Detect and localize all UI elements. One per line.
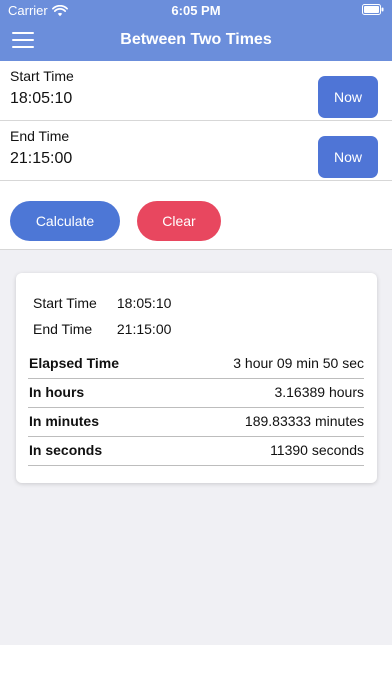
end-time-label: End Time <box>10 128 70 144</box>
status-time: 6:05 PM <box>171 3 221 18</box>
result-end-summary: End Time 21:15:00 <box>33 321 171 337</box>
result-end-label: End Time <box>33 321 93 337</box>
result-start-summary: Start Time 18:05:10 <box>33 295 171 311</box>
status-bar: Carrier 6:05 PM <box>0 0 392 20</box>
app-header: Carrier 6:05 PM Between Two Times <box>0 0 392 61</box>
end-time-value[interactable]: 21:15:00 <box>10 150 72 168</box>
bottom-white-area <box>0 645 392 696</box>
start-time-row: Start Time 18:05:10 Now <box>0 61 392 121</box>
minutes-row: In minutes 189.83333 minutes <box>28 407 364 437</box>
actions-panel: Calculate Clear <box>0 181 392 250</box>
result-start-value: 18:05:10 <box>116 295 172 311</box>
end-time-row: End Time 21:15:00 Now <box>0 121 392 181</box>
seconds-label: In seconds <box>29 442 103 458</box>
minutes-label: In minutes <box>29 413 100 429</box>
clear-button[interactable]: Clear <box>137 201 221 241</box>
calculate-button[interactable]: Calculate <box>10 201 120 241</box>
elapsed-time-row: Elapsed Time 3 hour 09 min 50 sec <box>28 349 364 379</box>
result-end-value: 21:15:00 <box>116 321 172 337</box>
elapsed-time-label: Elapsed Time <box>29 355 120 371</box>
hours-label: In hours <box>29 384 85 400</box>
hours-row: In hours 3.16389 hours <box>28 378 364 408</box>
page-title: Between Two Times <box>120 31 272 48</box>
hours-value: 3.16389 hours <box>274 384 364 400</box>
end-now-button[interactable]: Now <box>318 136 378 178</box>
result-start-label: Start Time <box>33 295 97 311</box>
start-time-value[interactable]: 18:05:10 <box>10 90 72 108</box>
start-time-label: Start Time <box>10 68 74 84</box>
result-card: Start Time 18:05:10 End Time 21:15:00 El… <box>16 273 377 483</box>
minutes-value: 189.83333 minutes <box>244 413 364 429</box>
battery-icon <box>362 4 384 15</box>
start-now-button[interactable]: Now <box>318 76 378 118</box>
seconds-value: 11390 seconds <box>270 442 364 458</box>
navigation-bar: Between Two Times <box>0 20 392 61</box>
seconds-row: In seconds 11390 seconds <box>28 436 364 466</box>
elapsed-time-value: 3 hour 09 min 50 sec <box>233 355 364 371</box>
